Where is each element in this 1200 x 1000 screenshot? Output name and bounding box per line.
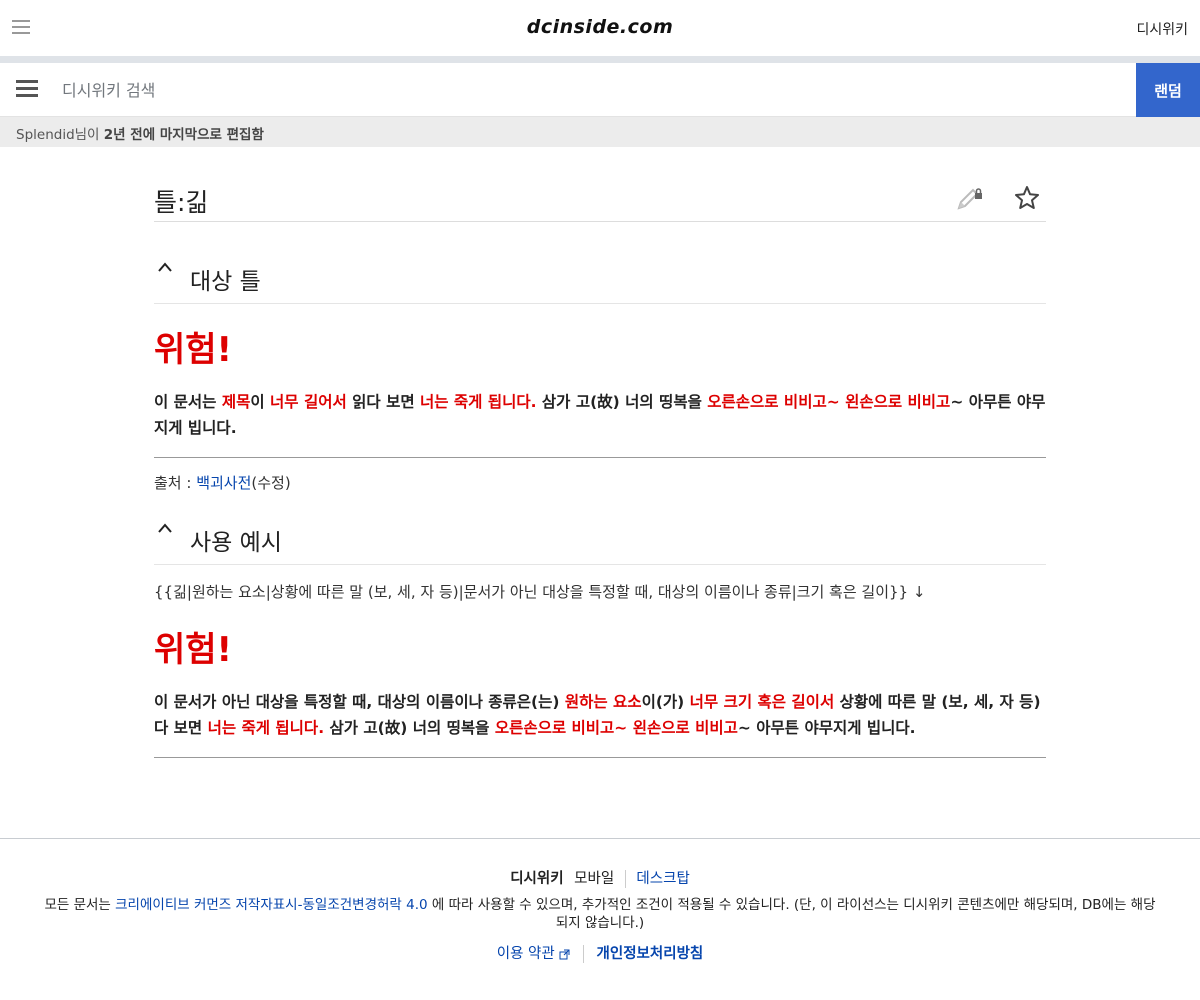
source-suffix: (수정) [251,474,291,492]
text-part: 이 문서가 아닌 대상을 특정할 때, 대상의 이름이나 종류은(는) [154,693,565,711]
main-content: 틀:긺 대상 틀 위험! 이 문서는 제목이 너무 길어서 읽다 보면 너는 죽… [154,147,1046,758]
chevron-up-icon[interactable] [158,523,172,533]
footer-nav: 디시위키 모바일 데스크탑 [0,867,1200,888]
danger-text: 이 문서가 아닌 대상을 특정할 때, 대상의 이름이나 종류은(는) 원하는 … [154,689,1046,741]
license-text: 모든 문서는 크리에이티브 커먼즈 저작자표시-동일조건변경허락 4.0 에 따… [40,896,1160,932]
footer-links: 이용 약관 개인정보처리방침 [0,942,1200,963]
title-row: 틀:긺 [154,147,1046,222]
license-link[interactable]: 크리에이티브 커먼즈 저작자표시-동일조건변경허락 4.0 [115,897,427,913]
usage-example: {{긺|원하는 요소|상황에 따른 말 (보, 세, 자 등)|문서가 아닌 대… [154,583,926,601]
danger-text: 이 문서는 제목이 너무 길어서 읽다 보면 너는 죽게 됩니다. 삼가 고(故… [154,389,1046,441]
site-logo[interactable]: dcinside.com [0,16,1200,38]
divider [154,457,1046,458]
chevron-up-icon[interactable] [158,262,172,272]
text-part-highlight: 너는 죽게 됩니다. [207,719,325,737]
star-icon[interactable] [1014,185,1040,211]
footer-mobile[interactable]: 모바일 [574,871,614,887]
divider [154,757,1046,758]
danger-title: 위험! [154,330,233,370]
text-part: 이 문서는 [154,393,222,411]
source-link[interactable]: 백괴사전 [196,474,251,492]
top-bar: dcinside.com 디시위키 [0,0,1200,56]
menu-icon[interactable] [16,80,38,98]
footer-separator [624,870,626,888]
text-part: 이(가) [641,693,690,711]
header-divider [0,56,1200,63]
source-line: 출처 : 백괴사전(수정) [154,472,1046,493]
text-part-highlight: 너무 길어서 [270,393,347,411]
footer: 디시위키 모바일 데스크탑 모든 문서는 크리에이티브 커먼즈 저작자표시-동일… [0,838,1200,1000]
license-suffix: 에 따라 사용할 수 있으며, 추가적인 조건이 적용될 수 있습니다. (단,… [427,897,1156,931]
footer-desktop-link[interactable]: 데스크탑 [636,871,689,887]
external-link-icon [559,949,570,959]
text-part-highlight: 너무 크기 혹은 길이서 [689,693,835,711]
source-label: 출처 : [154,474,197,492]
danger-title: 위험! [154,630,233,670]
last-edit-time: 2년 전에 마지막으로 편집함 [103,127,264,143]
section-title: 대상 틀 [190,269,261,295]
last-edit-notice[interactable]: Splendid님이 2년 전에 마지막으로 편집함 [0,117,1200,147]
text-part-highlight: 오른손으로 비비고~ 왼손으로 비비고 [494,719,738,737]
edit-locked-icon[interactable] [956,187,984,211]
last-edit-user: Splendid [16,127,75,143]
section-heading[interactable]: 대상 틀 [154,222,1046,304]
text-part: 삼가 고(故) 너의 띵복을 [324,719,495,737]
text-part-highlight: 너는 죽게 됩니다. [419,393,537,411]
section-heading[interactable]: 사용 예시 [154,493,1046,565]
footer-brand: 디시위키 [510,871,564,887]
last-edit-suffix: 님이 [74,127,104,143]
text-part-highlight: 원하는 요소 [564,693,642,711]
text-part: 삼가 고(故) 너의 띵복을 [536,393,708,411]
search-bar: 랜덤 [0,63,1200,117]
license-prefix: 모든 문서는 [44,897,116,913]
wiki-home-link[interactable]: 디시위키 [1136,19,1188,39]
text-part: 읽다 보면 [346,393,420,411]
privacy-link[interactable]: 개인정보처리방침 [597,946,704,962]
text-part: ~ 아무튼 야무지게 빕니다. [737,719,916,737]
page-title: 틀:긺 [154,188,209,217]
search-input[interactable] [52,71,1122,109]
text-part: 이 [250,393,271,411]
terms-link[interactable]: 이용 약관 [497,946,555,962]
footer-separator [582,945,584,963]
text-part-highlight: 제목 [221,393,251,411]
text-part-highlight: 오른손으로 비비고~ 왼손으로 비비고 [707,393,951,411]
random-button[interactable]: 랜덤 [1136,63,1200,117]
section-title: 사용 예시 [190,530,282,556]
